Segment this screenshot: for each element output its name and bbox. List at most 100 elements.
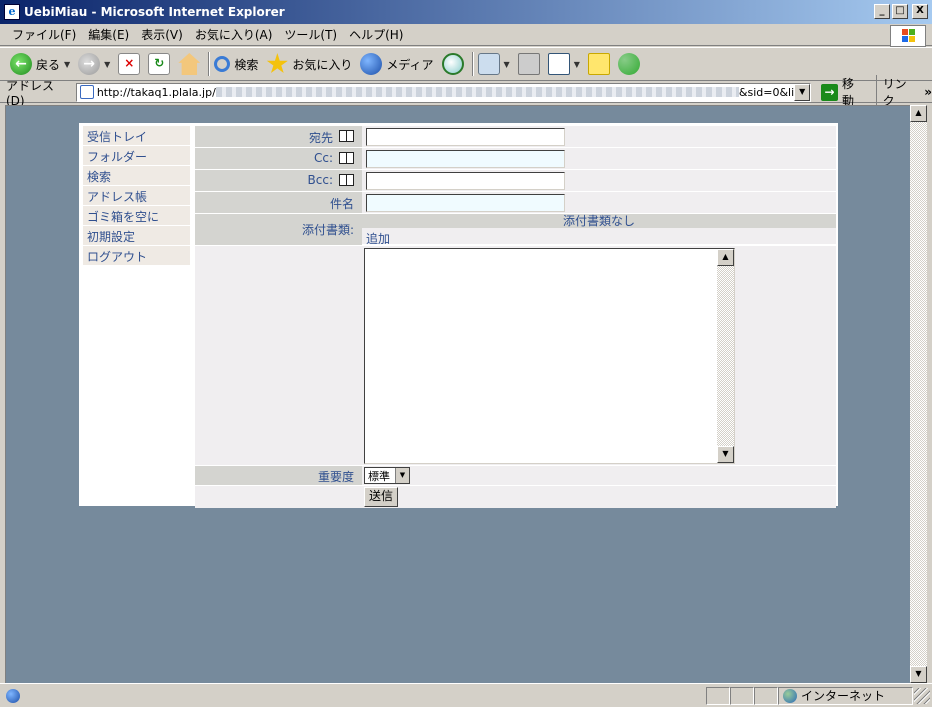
- cc-field[interactable]: [366, 150, 565, 168]
- address-book-icon[interactable]: [339, 130, 354, 142]
- status-bar: インターネット: [0, 683, 932, 707]
- search-button[interactable]: 検索: [212, 50, 264, 78]
- no-attachments-text: 添付書類なし: [362, 214, 836, 228]
- forward-button[interactable]: → ▼: [76, 50, 116, 78]
- chevron-down-icon[interactable]: ▼: [574, 60, 580, 69]
- home-button[interactable]: [176, 50, 206, 78]
- send-row: 送信: [195, 486, 836, 508]
- zone-label: インターネット: [801, 689, 886, 703]
- discuss-button[interactable]: [586, 50, 616, 78]
- go-arrow-icon: →: [821, 83, 838, 101]
- compose-panel: 受信トレイ フォルダー 検索 アドレス帳 ゴミ箱を空に 初期設定 ログアウト 宛…: [79, 123, 838, 508]
- chevron-down-icon[interactable]: ▼: [64, 60, 70, 69]
- resize-grip-icon[interactable]: [914, 687, 930, 704]
- nav-inbox[interactable]: 受信トレイ: [83, 126, 190, 146]
- address-book-icon[interactable]: [339, 174, 354, 186]
- nav-logout[interactable]: ログアウト: [83, 246, 190, 266]
- subject-field[interactable]: [366, 194, 565, 212]
- address-input[interactable]: http://takaq1.plala.jp/ &sid=0&li ▼: [75, 82, 812, 102]
- minimize-button[interactable]: _: [874, 4, 890, 19]
- menu-edit[interactable]: 編集(E): [82, 24, 135, 45]
- chevron-down-icon[interactable]: ▼: [504, 60, 510, 69]
- messenger-button[interactable]: [616, 50, 646, 78]
- maximize-button[interactable]: □: [892, 4, 908, 19]
- nav-preferences[interactable]: 初期設定: [83, 226, 190, 246]
- nav-address-book[interactable]: アドレス帳: [83, 186, 190, 206]
- priority-selected-value: 標準: [368, 469, 390, 483]
- to-field[interactable]: [366, 128, 565, 146]
- address-label: アドレス(D): [6, 78, 55, 108]
- address-dropdown-button[interactable]: ▼: [794, 83, 811, 101]
- address-redacted: [215, 87, 739, 97]
- window-title: UebiMiau - Microsoft Internet Explorer: [24, 5, 285, 19]
- nav-empty-trash[interactable]: ゴミ箱を空に: [83, 206, 190, 226]
- menu-help[interactable]: ヘルプ(H): [343, 24, 409, 45]
- bcc-field[interactable]: [366, 172, 565, 190]
- chevron-down-icon[interactable]: ▼: [104, 60, 110, 69]
- edit-button[interactable]: ▼: [546, 50, 586, 78]
- globe-icon: [783, 688, 797, 703]
- note-icon: [587, 53, 610, 75]
- close-button[interactable]: X: [912, 4, 928, 19]
- scroll-up-button[interactable]: ▲: [910, 105, 927, 122]
- history-button[interactable]: [440, 50, 470, 78]
- printer-icon: [517, 53, 540, 75]
- compose-form: 宛先 Cc: Bcc: 件名 添付書類: 添付書類なし 追加 ▲ ▼ 重要度 標…: [195, 126, 836, 508]
- page-viewport: 受信トレイ フォルダー 検索 アドレス帳 ゴミ箱を空に 初期設定 ログアウト 宛…: [5, 105, 910, 683]
- add-attachment-link[interactable]: 追加: [362, 228, 836, 246]
- to-label: 宛先: [308, 131, 333, 145]
- priority-row: 重要度 標準 ▼: [195, 466, 836, 486]
- forward-arrow-icon: →: [78, 53, 101, 75]
- standard-toolbar: ← 戻る ▼ → ▼ × ↻ 検索 お気に入り メディア ▼ ▼: [0, 47, 932, 81]
- scroll-up-button[interactable]: ▲: [717, 249, 734, 266]
- subject-row: 件名: [195, 192, 836, 214]
- print-button[interactable]: [516, 50, 546, 78]
- go-button[interactable]: → 移動: [817, 75, 869, 109]
- links-toolbar[interactable]: リンク: [875, 75, 919, 109]
- nav-folders[interactable]: フォルダー: [83, 146, 190, 166]
- mail-button[interactable]: ▼: [476, 50, 516, 78]
- ie-app-icon: e: [4, 4, 20, 20]
- refresh-icon: ↻: [148, 53, 171, 75]
- media-button[interactable]: メディア: [358, 50, 439, 78]
- bcc-label: Bcc:: [307, 173, 333, 187]
- media-label: メディア: [386, 57, 434, 72]
- cc-label: Cc:: [313, 151, 333, 165]
- menu-file[interactable]: ファイル(F): [6, 24, 82, 45]
- favorites-label: お気に入り: [292, 57, 353, 72]
- stop-button[interactable]: ×: [116, 50, 146, 78]
- address-bar: アドレス(D) http://takaq1.plala.jp/ &sid=0&l…: [0, 75, 932, 109]
- to-row: 宛先: [195, 126, 836, 148]
- refresh-button[interactable]: ↻: [146, 50, 176, 78]
- toolbar-separator: [471, 52, 474, 76]
- go-label: 移動: [841, 77, 854, 108]
- body-scrollbar[interactable]: ▲ ▼: [717, 249, 734, 463]
- search-label: 検索: [234, 57, 259, 72]
- address-book-icon[interactable]: [339, 152, 354, 164]
- scroll-down-button[interactable]: ▼: [910, 666, 927, 683]
- priority-select[interactable]: 標準 ▼: [364, 467, 410, 484]
- menu-favorites[interactable]: お気に入り(A): [189, 24, 279, 45]
- send-button[interactable]: 送信: [364, 487, 399, 507]
- chevron-down-icon: ▼: [395, 468, 409, 483]
- address-url: http://takaq1.plala.jp/: [96, 85, 216, 99]
- nav-search[interactable]: 検索: [83, 166, 190, 186]
- back-arrow-icon: ←: [10, 53, 32, 75]
- links-chevron[interactable]: »: [924, 85, 932, 99]
- menu-view[interactable]: 表示(V): [135, 24, 189, 45]
- messenger-icon: [617, 53, 640, 75]
- message-body[interactable]: ▲ ▼: [364, 248, 735, 464]
- star-icon: [266, 53, 288, 74]
- window-controls: _ □ X: [874, 4, 928, 19]
- back-label: 戻る: [36, 57, 61, 72]
- attachments-label: 添付書類:: [301, 223, 354, 237]
- page-scrollbar[interactable]: ▲ ▼: [910, 105, 927, 683]
- priority-label: 重要度: [317, 470, 354, 484]
- favorites-button[interactable]: お気に入り: [264, 50, 358, 78]
- back-button[interactable]: ← 戻る ▼: [8, 50, 76, 78]
- home-icon: [178, 53, 201, 75]
- status-cell: [730, 686, 754, 705]
- scroll-down-button[interactable]: ▼: [717, 446, 734, 463]
- menu-tools[interactable]: ツール(T): [278, 24, 343, 45]
- status-cell: [754, 686, 778, 705]
